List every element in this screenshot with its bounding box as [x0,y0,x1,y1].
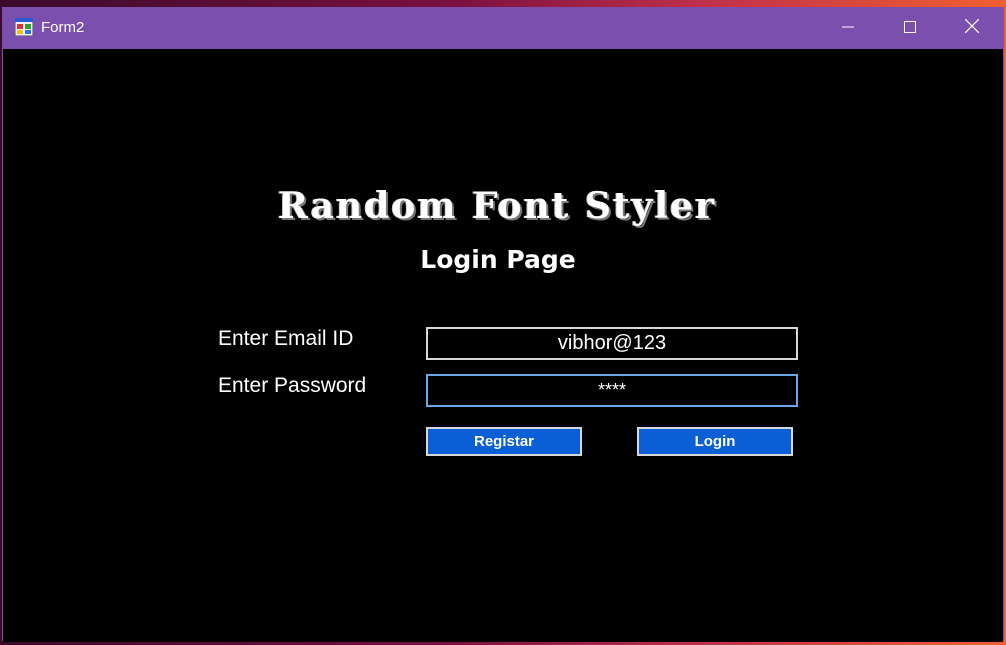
page-title: Login Page [420,245,576,274]
form-client-area: Random Font Styler Login Page Enter Emai… [3,49,1003,642]
close-icon [964,18,980,38]
maximize-button[interactable] [879,8,941,49]
register-button[interactable]: Registar [426,427,582,456]
form-app-icon [14,17,34,37]
password-input[interactable] [426,374,798,407]
password-label: Enter Password [218,374,367,397]
app-title: Random Font Styler [277,185,717,227]
form-window: Form2 Random Font Styler Login Page Ente… [2,7,1004,642]
minimize-icon [842,20,854,38]
close-button[interactable] [941,8,1003,49]
email-input[interactable] [426,327,798,360]
window-title: Form2 [41,19,85,36]
title-bar[interactable]: Form2 [3,8,1003,49]
minimize-button[interactable] [817,8,879,49]
login-button[interactable]: Login [637,427,793,456]
email-label: Enter Email ID [218,327,354,350]
maximize-icon [904,20,916,38]
